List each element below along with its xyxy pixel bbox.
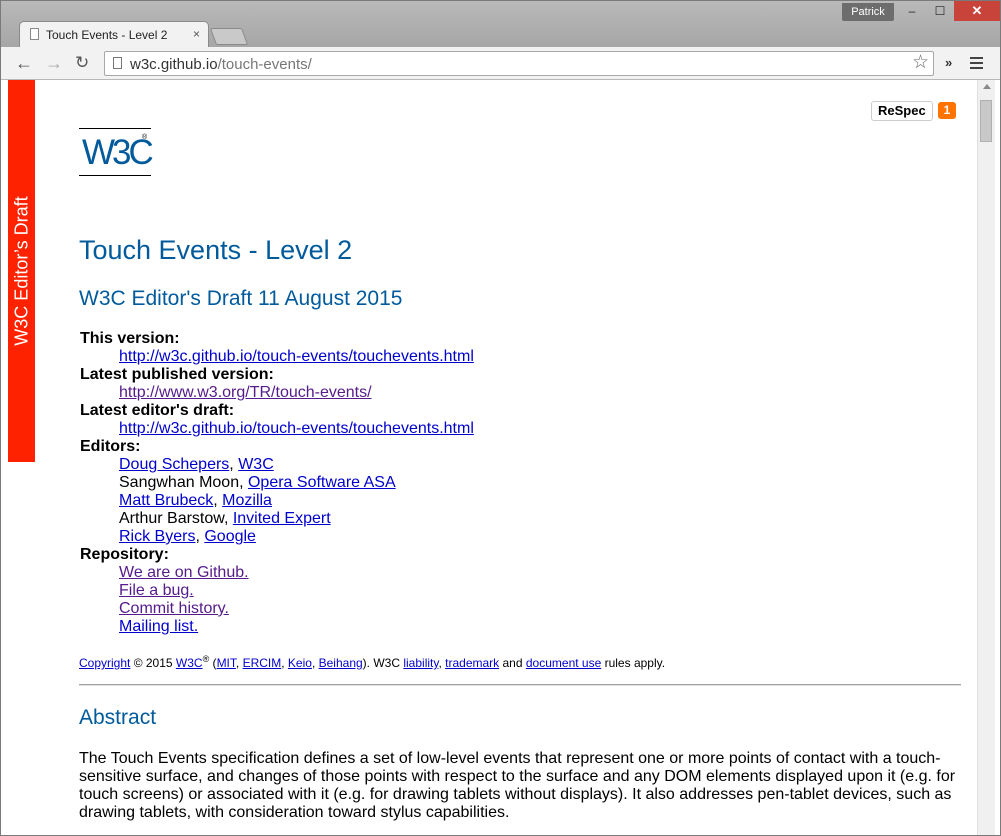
ercim-link[interactable]: ERCIM [243,656,282,670]
url-text[interactable]: w3c.github.io/touch-events/ [130,56,312,73]
copyright-year: © 2015 [130,656,176,670]
maximize-button[interactable]: ☐ [926,1,954,21]
document-use-link[interactable]: document use [526,656,601,670]
repository-github-link[interactable]: We are on Github. [119,564,249,581]
url-path: /touch-events/ [217,56,312,73]
menu-icon[interactable] [970,57,983,72]
editors-draft-ribbon: W3C Editor’s Draft [8,80,35,462]
editor-name-link[interactable]: Rick Byers [119,528,195,545]
page-icon [113,57,122,69]
repository-label: Repository: [80,546,169,563]
title-bar: Patrick – ☐ ✕ Touch Events - Level 2 × [1,1,1000,47]
respec-count-badge[interactable]: 1 [938,102,956,119]
browser-window: Patrick – ☐ ✕ Touch Events - Level 2 × ←… [0,0,1001,836]
editor-name-link[interactable]: Doug Schepers [119,456,229,473]
address-bar[interactable]: w3c.github.io/touch-events/ ☆ [104,51,934,76]
editor-org-link[interactable]: W3C [238,456,274,473]
latest-published-label: Latest published version: [80,366,274,383]
w3c-logo-mark: ® [142,134,148,141]
respec-button[interactable]: ReSpec [871,101,933,121]
tab-close-icon[interactable]: × [193,27,200,41]
editors-label: Editors: [80,438,141,455]
vertical-scrollbar[interactable] [977,80,995,835]
extensions-overflow-icon[interactable]: » [945,55,952,70]
latest-published-link[interactable]: http://www.w3.org/TR/touch-events/ [119,384,372,401]
this-version-label: This version: [80,330,180,347]
page-icon [30,28,39,40]
beihang-link[interactable]: Beihang [319,656,363,670]
editor-item: Arthur Barstow, Invited Expert [119,510,331,527]
browser-tab[interactable]: Touch Events - Level 2 × [19,21,209,47]
ribbon-text: W3C Editor’s Draft [11,196,31,346]
trademark-link[interactable]: trademark [445,656,499,670]
copyright-link[interactable]: Copyright [79,656,130,670]
close-window-button[interactable]: ✕ [954,1,1000,21]
back-button[interactable]: ← [15,53,33,73]
copyright-notice: Copyright © 2015 W3C® (MIT, ERCIM, Keio,… [79,654,666,670]
editor-name: Sangwhan Moon [119,474,240,491]
editor-org-link[interactable]: Opera Software ASA [248,474,396,491]
file-bug-link[interactable]: File a bug. [119,582,194,599]
editor-item: Doug Schepers, W3C [119,456,274,473]
scrollbar-thumb[interactable] [980,100,992,142]
url-host: w3c.github.io [130,56,218,73]
browser-toolbar: ← → ↻ w3c.github.io/touch-events/ ☆ » [1,47,1000,80]
mit-link[interactable]: MIT [217,656,236,670]
profile-button[interactable]: Patrick [842,3,894,21]
minimize-button[interactable]: – [898,1,926,21]
editor-org-link[interactable]: Mozilla [222,492,272,509]
mailing-list-link[interactable]: Mailing list. [119,618,198,635]
scroll-up-icon[interactable] [983,84,991,89]
editor-item: Matt Brubeck, Mozilla [119,492,272,509]
w3c-logo-text: W3C [82,133,154,172]
editor-name-link[interactable]: Matt Brubeck [119,492,213,509]
latest-draft-label: Latest editor's draft: [80,402,235,419]
abstract-heading: Abstract [79,706,157,729]
commit-history-link[interactable]: Commit history. [119,600,229,617]
bookmark-star-icon[interactable]: ☆ [912,53,929,73]
editor-org-link[interactable]: Invited Expert [233,510,331,527]
copyright-text: ( [209,656,217,670]
copyright-text: and [499,656,526,670]
spec-metadata: This version: http://w3c.github.io/touch… [79,330,474,636]
editor-org-link[interactable]: Google [204,528,256,545]
liability-link[interactable]: liability [403,656,438,670]
copyright-text: ). W3C [362,656,404,670]
tab-title: Touch Events - Level 2 [46,28,168,42]
abstract-text: The Touch Events specification defines a… [79,750,956,821]
page-viewport: W3C Editor’s Draft ReSpec 1 W3C ® Touch … [1,80,1000,835]
latest-draft-link[interactable]: http://w3c.github.io/touch-events/touche… [119,420,474,437]
new-tab-button[interactable] [209,28,249,45]
editor-item: Sangwhan Moon, Opera Software ASA [119,474,396,491]
forward-button[interactable]: → [45,53,63,73]
keio-link[interactable]: Keio [288,656,312,670]
page-title: Touch Events - Level 2 [79,235,353,265]
copyright-text: rules apply. [601,656,666,670]
editor-name: Arthur Barstow [119,510,224,527]
editor-item: Rick Byers, Google [119,528,256,545]
w3c-logo[interactable]: W3C ® [79,128,154,176]
this-version-link[interactable]: http://w3c.github.io/touch-events/touche… [119,348,474,365]
divider [79,684,961,686]
reload-button[interactable]: ↻ [75,53,89,73]
w3c-link[interactable]: W3C [176,656,203,670]
page-subtitle: W3C Editor's Draft 11 August 2015 [79,287,403,310]
